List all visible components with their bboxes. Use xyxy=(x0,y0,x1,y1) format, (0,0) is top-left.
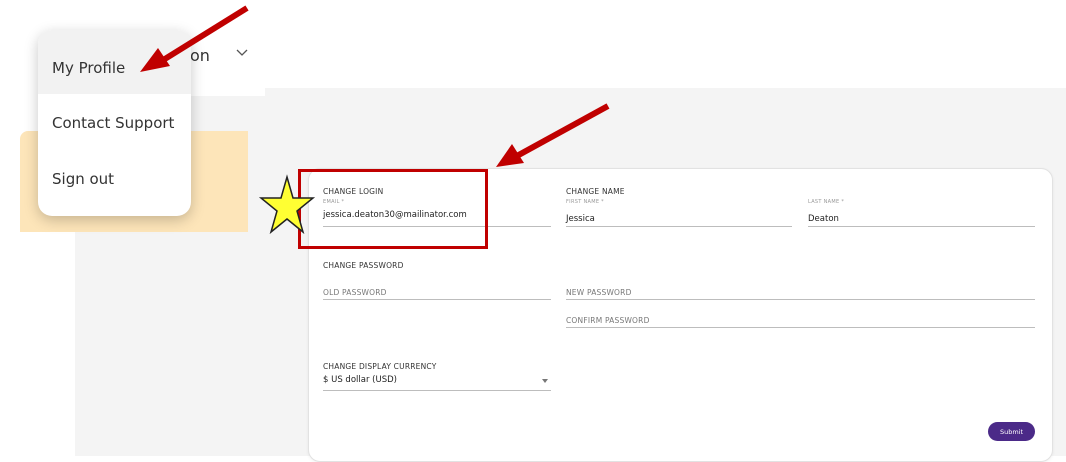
annotation-arrow-profile xyxy=(158,5,249,65)
annotation-overlay xyxy=(140,5,610,235)
annotation-arrowhead-profile xyxy=(140,48,170,72)
annotation-arrow-login xyxy=(513,103,610,160)
star-icon xyxy=(258,174,316,235)
